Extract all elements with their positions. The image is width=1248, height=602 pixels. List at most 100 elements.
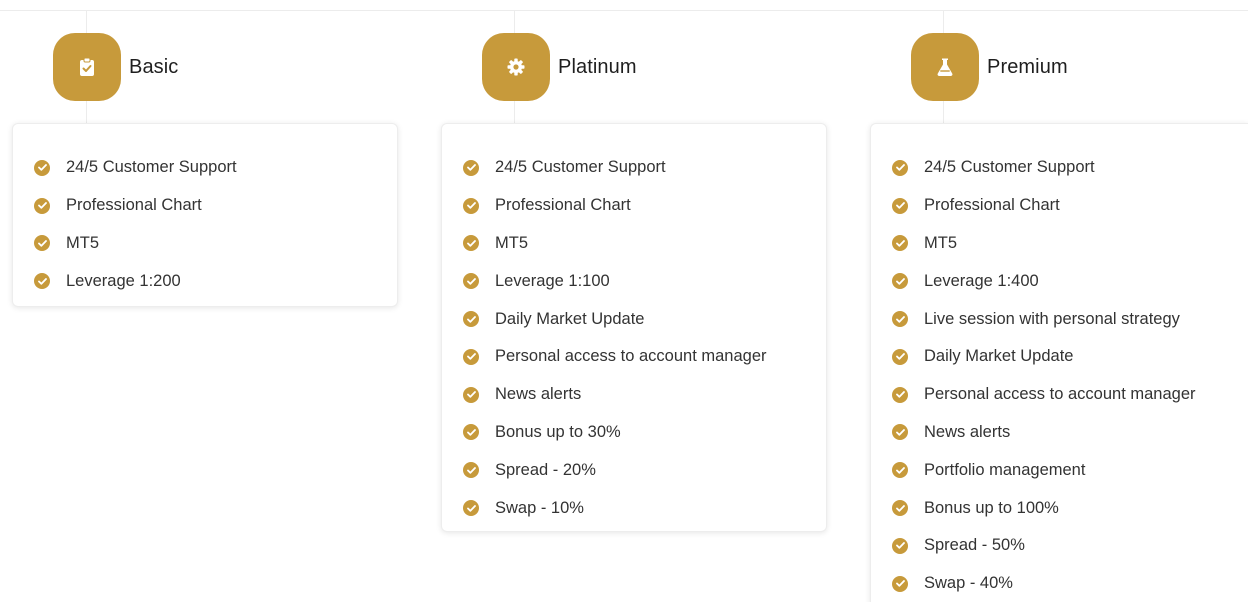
feature-label: MT5	[924, 233, 957, 252]
feature-item: Live session with personal strategy	[871, 300, 1248, 338]
check-circle-icon	[34, 159, 50, 176]
feature-item: Daily Market Update	[871, 338, 1248, 376]
feature-label: 24/5 Customer Support	[495, 158, 666, 177]
plan-features-card: 24/5 Customer Support Professional Chart…	[441, 123, 827, 532]
feature-item: 24/5 Customer Support	[871, 149, 1248, 187]
feature-item: MT5	[13, 225, 397, 263]
feature-item: Leverage 1:200	[13, 262, 397, 300]
check-circle-icon	[463, 386, 479, 403]
plan-header: Platinum	[482, 33, 637, 101]
column-guide-line	[943, 10, 944, 34]
feature-label: Leverage 1:100	[495, 271, 610, 290]
feature-label: MT5	[66, 233, 99, 252]
feature-item: Bonus up to 30%	[442, 414, 826, 452]
column-guide-line	[943, 100, 944, 124]
plan-title: Basic	[129, 55, 179, 78]
feature-item: Professional Chart	[13, 187, 397, 225]
feature-item: Leverage 1:100	[442, 262, 826, 300]
feature-label: Spread - 20%	[495, 460, 596, 479]
check-circle-icon	[463, 500, 479, 517]
check-circle-icon	[34, 273, 50, 290]
feature-item: MT5	[442, 225, 826, 263]
feature-item: 24/5 Customer Support	[442, 149, 826, 187]
feature-item: Bonus up to 100%	[871, 489, 1248, 527]
feature-list: 24/5 Customer Support Professional Chart…	[871, 124, 1248, 602]
check-circle-icon	[892, 537, 908, 554]
feature-item: Professional Chart	[871, 187, 1248, 225]
gear-icon	[482, 33, 550, 101]
feature-item: MT5	[871, 225, 1248, 263]
check-circle-icon	[463, 197, 479, 214]
feature-label: News alerts	[924, 422, 1011, 441]
check-circle-icon	[463, 348, 479, 365]
feature-item: Personal access to account manager	[442, 338, 826, 376]
check-circle-icon	[892, 462, 908, 479]
check-circle-icon	[892, 311, 908, 328]
plan-features-card: 24/5 Customer Support Professional Chart…	[12, 123, 398, 307]
feature-label: Live session with personal strategy	[924, 309, 1180, 328]
check-circle-icon	[463, 311, 479, 328]
check-circle-icon	[892, 348, 908, 365]
feature-item: News alerts	[442, 376, 826, 414]
plan-features-card: 24/5 Customer Support Professional Chart…	[870, 123, 1248, 602]
feature-label: Leverage 1:400	[924, 271, 1039, 290]
feature-item: Swap - 10%	[442, 489, 826, 527]
feature-item: Spread - 20%	[442, 451, 826, 489]
feature-label: Swap - 10%	[495, 498, 584, 517]
plan-header: Basic	[53, 33, 178, 101]
feature-label: MT5	[495, 233, 528, 252]
feature-item: Swap - 40%	[871, 565, 1248, 602]
top-divider	[0, 10, 1248, 11]
check-circle-icon	[463, 159, 479, 176]
feature-label: 24/5 Customer Support	[66, 158, 237, 177]
feature-label: Swap - 40%	[924, 574, 1013, 593]
check-circle-icon	[892, 500, 908, 517]
column-guide-line	[86, 10, 87, 34]
feature-label: Spread - 50%	[924, 536, 1025, 555]
plan-title: Premium	[987, 55, 1068, 78]
check-circle-icon	[463, 424, 479, 441]
feature-label: News alerts	[495, 385, 582, 404]
feature-item: Leverage 1:400	[871, 262, 1248, 300]
feature-label: 24/5 Customer Support	[924, 158, 1095, 177]
check-circle-icon	[463, 462, 479, 479]
check-circle-icon	[892, 386, 908, 403]
feature-item: Professional Chart	[442, 187, 826, 225]
feature-item: Spread - 50%	[871, 527, 1248, 565]
clipboard-check-icon	[53, 33, 121, 101]
feature-label: Daily Market Update	[924, 347, 1074, 366]
check-circle-icon	[892, 159, 908, 176]
feature-item: News alerts	[871, 414, 1248, 452]
feature-item: Daily Market Update	[442, 300, 826, 338]
check-circle-icon	[892, 575, 908, 592]
column-guide-line	[514, 10, 515, 34]
feature-label: Professional Chart	[495, 196, 631, 215]
feature-label: Personal access to account manager	[924, 385, 1196, 404]
check-circle-icon	[892, 197, 908, 214]
feature-label: Portfolio management	[924, 460, 1086, 479]
feature-label: Bonus up to 100%	[924, 498, 1059, 517]
feature-item: Personal access to account manager	[871, 376, 1248, 414]
plans-section: Basic 24/5 Customer Support Professional…	[0, 0, 1248, 602]
feature-label: Daily Market Update	[495, 309, 645, 328]
feature-list: 24/5 Customer Support Professional Chart…	[442, 124, 826, 527]
feature-item: Portfolio management	[871, 451, 1248, 489]
flask-icon	[911, 33, 979, 101]
feature-label: Personal access to account manager	[495, 347, 767, 366]
check-circle-icon	[463, 273, 479, 290]
check-circle-icon	[892, 273, 908, 290]
feature-list: 24/5 Customer Support Professional Chart…	[13, 124, 397, 300]
feature-item: 24/5 Customer Support	[13, 149, 397, 187]
feature-label: Leverage 1:200	[66, 271, 181, 290]
check-circle-icon	[34, 235, 50, 252]
plan-header: Premium	[911, 33, 1068, 101]
feature-label: Bonus up to 30%	[495, 422, 621, 441]
check-circle-icon	[463, 235, 479, 252]
column-guide-line	[86, 100, 87, 124]
feature-label: Professional Chart	[924, 196, 1060, 215]
check-circle-icon	[892, 424, 908, 441]
check-circle-icon	[892, 235, 908, 252]
feature-label: Professional Chart	[66, 196, 202, 215]
check-circle-icon	[34, 197, 50, 214]
column-guide-line	[514, 100, 515, 124]
